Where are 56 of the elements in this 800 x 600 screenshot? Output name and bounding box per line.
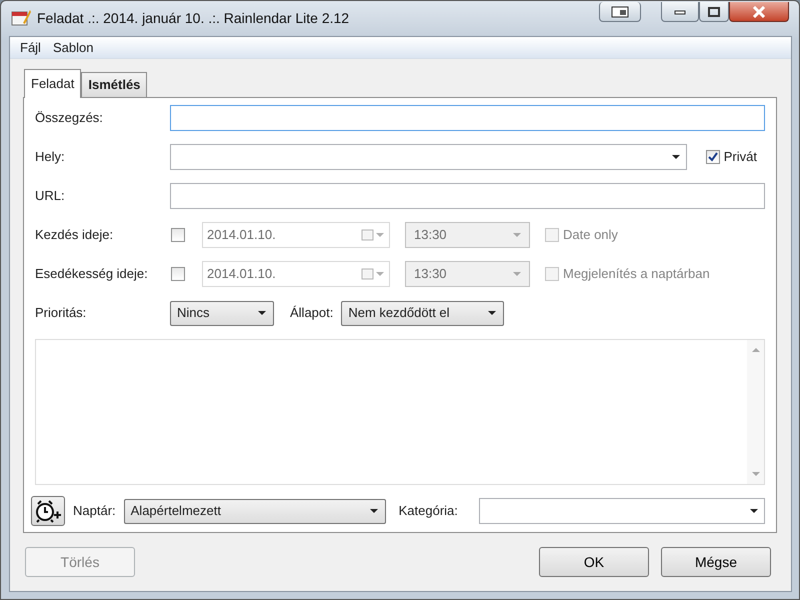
tab[interactable]: Ismétlés xyxy=(81,72,148,97)
calendar-icon xyxy=(11,9,31,27)
caret-icon xyxy=(513,272,521,276)
checkbox[interactable] xyxy=(171,228,185,242)
category-combobox[interactable] xyxy=(478,498,765,524)
caret-icon xyxy=(672,155,680,159)
summary-field[interactable] xyxy=(170,105,765,131)
field-label: Hely: xyxy=(35,148,66,166)
field-label: Kategória: xyxy=(398,502,459,520)
field-label: Állapot: xyxy=(290,304,334,322)
compact-button[interactable] xyxy=(599,2,641,22)
close-icon xyxy=(752,6,766,18)
field-label: Prioritás: xyxy=(35,304,88,322)
checkbox[interactable] xyxy=(171,267,185,281)
url-field[interactable] xyxy=(170,183,765,209)
scrollbar[interactable] xyxy=(747,340,764,484)
maximize-icon xyxy=(708,6,720,16)
add-alarm-button[interactable] xyxy=(31,496,65,526)
checkbox-label: Privát xyxy=(724,148,757,166)
field-label: URL: xyxy=(35,187,66,206)
dialog-button[interactable]: OK xyxy=(539,547,649,577)
caret-icon xyxy=(750,509,758,513)
minimize-icon xyxy=(674,8,686,14)
field-label: Összegzés: xyxy=(35,109,104,128)
calendar-caret-icon xyxy=(361,229,385,241)
location-combobox[interactable] xyxy=(170,144,687,170)
caret-icon xyxy=(370,509,378,513)
tab[interactable]: Feladat xyxy=(24,68,82,98)
field-label: Esedékesség ideje: xyxy=(35,265,149,284)
window-icon xyxy=(611,6,629,18)
dialog-button[interactable]: Mégse xyxy=(661,547,771,577)
time-field[interactable]: 13:30 xyxy=(405,222,530,248)
calendar-caret-icon xyxy=(361,268,385,280)
field-label: Kezdés ideje: xyxy=(35,226,114,244)
close-button[interactable] xyxy=(729,2,789,22)
checkbox-label: Megjelenítés a naptárban xyxy=(563,265,710,284)
checkbox[interactable] xyxy=(706,150,720,164)
scroll-down-icon xyxy=(752,472,760,476)
minimize-button[interactable] xyxy=(661,2,699,22)
date-picker[interactable]: 2014.01.10. xyxy=(202,261,390,287)
caret-icon xyxy=(488,311,496,315)
caret-icon xyxy=(258,311,266,315)
priority-dropdown[interactable]: Nincs xyxy=(170,300,274,326)
maximize-button[interactable] xyxy=(699,2,729,22)
menu-item[interactable]: Sablon xyxy=(46,38,100,58)
scroll-up-icon xyxy=(752,348,760,352)
caret-icon xyxy=(513,233,521,237)
status-dropdown[interactable]: Nem kezdődött el xyxy=(341,300,504,326)
menu-item[interactable]: Fájl xyxy=(14,38,47,58)
time-field[interactable]: 13:30 xyxy=(405,261,530,287)
date-picker[interactable]: 2014.01.10. xyxy=(202,222,390,248)
alarm-clock-icon xyxy=(34,499,62,523)
window-title: Feladat .:. 2014. január 10. .:. Rainlendar Lite 2.12 xyxy=(37,8,350,28)
calendar-dropdown[interactable]: Alapértelmezett xyxy=(124,498,386,524)
field-label: Naptár: xyxy=(73,502,116,520)
checkbox-label: Date only xyxy=(563,226,618,244)
